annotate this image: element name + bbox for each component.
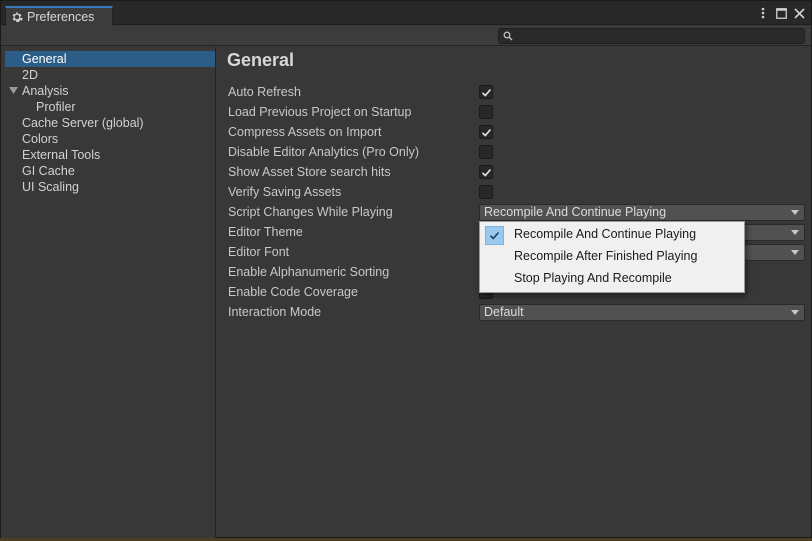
tab-preferences[interactable]: Preferences bbox=[5, 6, 113, 26]
maximize-icon[interactable] bbox=[775, 6, 787, 20]
checkmark-icon bbox=[489, 231, 500, 240]
disable-editor-analytics-label: Disable Editor Analytics (Pro Only) bbox=[228, 145, 420, 159]
code-coverage-label: Enable Code Coverage bbox=[228, 285, 358, 299]
chevron-down-icon bbox=[791, 310, 799, 315]
sidebar: General 2D Analysis Profiler Cache Serve… bbox=[1, 47, 216, 538]
compress-assets-label: Compress Assets on Import bbox=[228, 125, 382, 139]
sidebar-item-ui-scaling[interactable]: UI Scaling bbox=[5, 179, 215, 195]
load-previous-project-checkbox[interactable] bbox=[479, 105, 493, 119]
dropdown-value: Recompile And Continue Playing bbox=[484, 205, 667, 219]
auto-refresh-checkbox[interactable] bbox=[479, 85, 493, 99]
editor-theme-label: Editor Theme bbox=[228, 225, 303, 239]
checkmark-icon bbox=[481, 168, 491, 177]
sidebar-item-colors[interactable]: Colors bbox=[5, 131, 215, 147]
foldout-expanded-icon[interactable] bbox=[9, 87, 18, 95]
popup-option-label: Recompile After Finished Playing bbox=[514, 249, 698, 263]
popup-option-label: Recompile And Continue Playing bbox=[514, 227, 697, 241]
sidebar-item-cache-server[interactable]: Cache Server (global) bbox=[5, 115, 215, 131]
sidebar-item-2d[interactable]: 2D bbox=[5, 67, 215, 83]
auto-refresh-label: Auto Refresh bbox=[228, 85, 301, 99]
close-icon[interactable] bbox=[793, 6, 805, 20]
selected-check bbox=[485, 226, 504, 245]
sidebar-item-gi-cache[interactable]: GI Cache bbox=[5, 163, 215, 179]
sidebar-item-analysis[interactable]: Analysis bbox=[5, 83, 215, 99]
checkmark-icon bbox=[481, 88, 491, 97]
script-changes-popup-menu: Recompile And Continue Playing Recompile… bbox=[479, 221, 745, 293]
chevron-down-icon bbox=[791, 210, 799, 215]
sidebar-item-profiler[interactable]: Profiler bbox=[5, 99, 215, 115]
page-title: General bbox=[227, 50, 295, 70]
tab-title: Preferences bbox=[27, 10, 95, 24]
load-previous-project-label: Load Previous Project on Startup bbox=[228, 105, 412, 119]
verify-saving-assets-checkbox[interactable] bbox=[479, 185, 493, 199]
show-asset-store-hits-checkbox[interactable] bbox=[479, 165, 493, 179]
gear-icon bbox=[12, 12, 23, 23]
show-asset-store-hits-label: Show Asset Store search hits bbox=[228, 165, 391, 179]
title-bar: Preferences bbox=[1, 1, 811, 26]
dropdown-value: Default bbox=[484, 305, 524, 319]
script-changes-dropdown[interactable]: Recompile And Continue Playing bbox=[479, 204, 805, 221]
checkmark-icon bbox=[481, 128, 491, 137]
verify-saving-assets-label: Verify Saving Assets bbox=[228, 185, 342, 199]
disable-editor-analytics-checkbox[interactable] bbox=[479, 145, 493, 159]
sidebar-item-label: Analysis bbox=[22, 84, 69, 98]
chevron-down-icon bbox=[791, 230, 799, 235]
kebab-menu-icon[interactable] bbox=[757, 6, 769, 20]
preferences-window: Preferences General 2D Analysis Profiler… bbox=[0, 0, 812, 538]
interaction-mode-dropdown[interactable]: Default bbox=[479, 304, 805, 321]
search-input[interactable] bbox=[498, 28, 805, 44]
sidebar-item-external-tools[interactable]: External Tools bbox=[5, 147, 215, 163]
window-controls bbox=[757, 6, 805, 20]
interaction-mode-label: Interaction Mode bbox=[228, 305, 322, 319]
alphanumeric-sorting-label: Enable Alphanumeric Sorting bbox=[228, 265, 390, 279]
popup-option-stop-recompile[interactable]: Stop Playing And Recompile bbox=[480, 267, 744, 289]
compress-assets-checkbox[interactable] bbox=[479, 125, 493, 139]
popup-option-recompile-after[interactable]: Recompile After Finished Playing bbox=[480, 245, 744, 267]
editor-font-label: Editor Font bbox=[228, 245, 290, 259]
popup-option-recompile-continue[interactable]: Recompile And Continue Playing bbox=[480, 223, 744, 245]
popup-option-label: Stop Playing And Recompile bbox=[514, 271, 672, 285]
toolbar bbox=[1, 26, 811, 46]
chevron-down-icon bbox=[791, 250, 799, 255]
sidebar-item-general[interactable]: General bbox=[5, 51, 215, 67]
script-changes-label: Script Changes While Playing bbox=[228, 205, 393, 219]
